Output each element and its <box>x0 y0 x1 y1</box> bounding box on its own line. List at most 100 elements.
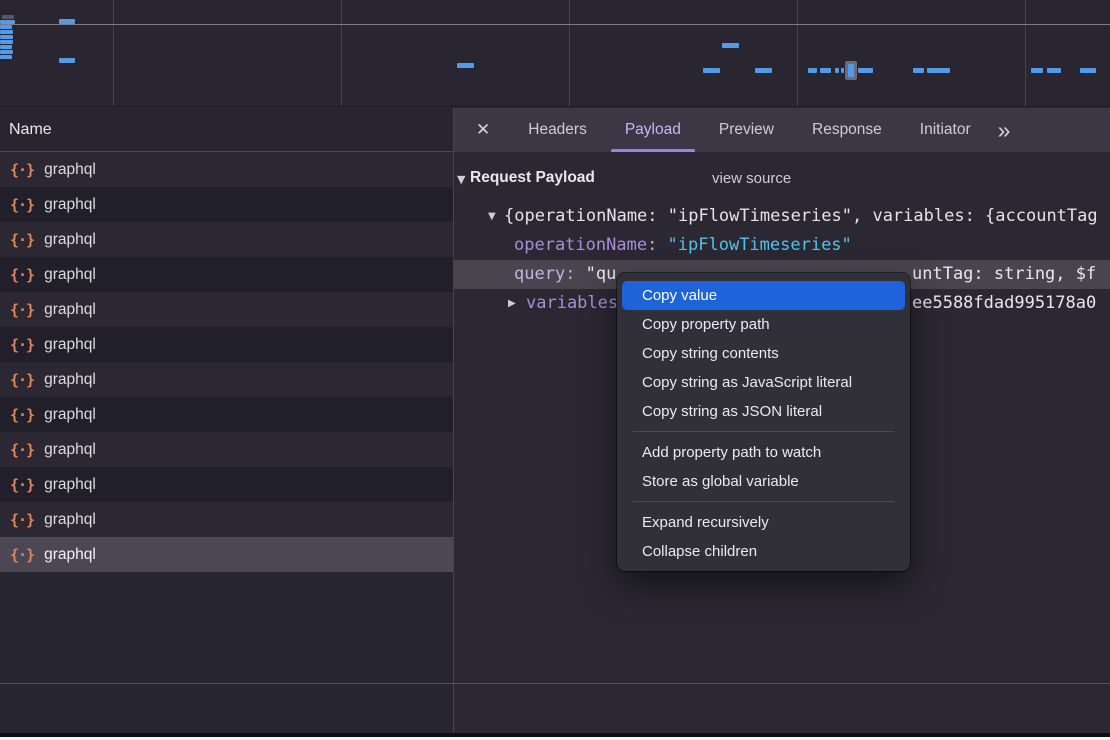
request-row[interactable]: {·} graphql <box>0 187 453 222</box>
close-icon[interactable]: ✕ <box>476 120 490 140</box>
overflow-tabs-icon[interactable]: » <box>998 119 1011 142</box>
devtools-network-panel: Name {·} graphql {·} graphql {·} graphql {·} gr… <box>0 0 1110 740</box>
waterfall-bar <box>0 30 13 34</box>
waterfall-bar <box>1047 68 1061 73</box>
waterfall-bar <box>913 68 924 73</box>
request-row[interactable]: {·}graphql <box>0 432 453 467</box>
json-request-icon: {·} <box>10 266 34 284</box>
json-request-icon: {·} <box>10 511 34 529</box>
tab-preview[interactable]: Preview <box>712 108 781 152</box>
waterfall-bar <box>755 68 772 73</box>
json-request-icon: {·} <box>10 546 34 564</box>
waterfall-bar <box>722 43 739 48</box>
json-request-icon: {·} <box>10 301 34 319</box>
menu-item-copy-string-as-javascript-literal[interactable]: Copy string as JavaScript literal <box>622 368 905 397</box>
section-title: Request Payload <box>470 169 595 187</box>
request-row[interactable]: {·} graphql <box>0 327 453 362</box>
column-header-name[interactable]: Name <box>0 108 453 152</box>
tab-headers[interactable]: Headers <box>521 108 594 152</box>
json-request-icon: {·} <box>10 371 34 389</box>
waterfall-bar <box>0 55 12 59</box>
request-name-label: graphql <box>44 266 96 284</box>
waterfall-bar <box>927 68 950 73</box>
request-row[interactable]: {·} graphql <box>0 257 453 292</box>
collapse-triangle-icon[interactable]: ▼ <box>488 202 496 231</box>
json-value-right: ee5588fdad995178a0 <box>912 289 1096 318</box>
request-row[interactable]: {·}graphql <box>0 502 453 537</box>
waterfall-bar <box>703 68 720 73</box>
waterfall-bar <box>0 40 13 44</box>
json-key: variables <box>526 289 618 318</box>
column-header-label: Name <box>9 121 52 139</box>
request-row[interactable]: {·} graphql <box>0 397 453 432</box>
menu-separator <box>633 501 894 502</box>
request-list-panel: Name {·} graphql {·} graphql {·} graphql {·} gr… <box>0 108 453 733</box>
json-request-icon: {·} <box>10 336 34 354</box>
request-name-label: graphql <box>44 441 96 459</box>
waterfall-bar <box>1031 68 1043 73</box>
menu-separator <box>633 431 894 432</box>
tab-payload[interactable]: Payload <box>618 108 688 152</box>
json-root-preview: {operationName: "ipFlowTimeseries", vari… <box>504 202 1098 231</box>
json-request-icon: {·} <box>10 196 34 214</box>
tab-response[interactable]: Response <box>805 108 889 152</box>
json-request-icon: {·} <box>10 161 34 179</box>
json-request-icon: {·} <box>10 476 34 494</box>
request-name-label: graphql <box>44 231 96 249</box>
request-row[interactable]: {·}graphql <box>0 467 453 502</box>
context-menu: Copy valueCopy property pathCopy string … <box>617 273 910 571</box>
request-name-label: graphql <box>44 406 96 424</box>
menu-item-copy-value[interactable]: Copy value <box>622 281 905 310</box>
view-source-link[interactable]: view source <box>712 170 791 187</box>
tab-initiator[interactable]: Initiator <box>913 108 978 152</box>
menu-item-store-as-global-variable[interactable]: Store as global variable <box>622 467 905 496</box>
waterfall-bar <box>808 68 817 73</box>
menu-item-copy-string-as-json-literal[interactable]: Copy string as JSON literal <box>622 397 905 426</box>
footer-divider-line <box>0 683 1110 684</box>
request-name-label: graphql <box>44 336 96 354</box>
waterfall-bar <box>0 50 13 54</box>
request-row[interactable]: {·} graphql <box>0 152 453 187</box>
json-string-value-right: untTag: string, $f <box>912 260 1096 289</box>
expand-triangle-icon[interactable]: ▶ <box>508 289 516 318</box>
waterfall-bar <box>59 19 75 24</box>
network-overview-timeline[interactable] <box>0 0 1110 107</box>
json-string-value-left: "qu <box>586 264 617 284</box>
collapse-triangle-icon[interactable]: ▼ <box>457 173 465 186</box>
request-row[interactable]: {·} graphql <box>0 537 453 572</box>
waterfall-bar <box>820 68 831 73</box>
waterfall-bar <box>1080 68 1096 73</box>
network-main-area: Name {·} graphql {·} graphql {·} graphql {·} gr… <box>0 108 1110 733</box>
request-row[interactable]: {·} graphql <box>0 222 453 257</box>
overview-selection-bar <box>848 64 854 77</box>
json-key: query <box>514 264 565 284</box>
waterfall-bar <box>59 58 75 63</box>
request-row[interactable]: {·}graphql <box>0 292 453 327</box>
json-key: operationName <box>514 235 647 255</box>
request-payload-section: ▼ Request Payload view source <box>454 166 1110 196</box>
waterfall-bar <box>841 68 844 73</box>
json-row-operation-name[interactable]: operationName: "ipFlowTimeseries" <box>454 231 1110 260</box>
json-request-icon: {·} <box>10 406 34 424</box>
request-name-label: graphql <box>44 196 96 214</box>
menu-item-copy-string-contents[interactable]: Copy string contents <box>622 339 905 368</box>
waterfall-bar <box>0 35 13 39</box>
menu-item-add-property-path-to-watch[interactable]: Add property path to watch <box>622 438 905 467</box>
menu-item-collapse-children[interactable]: Collapse children <box>622 537 905 566</box>
json-string-value: "ipFlowTimeseries" <box>668 235 852 255</box>
overview-selection-marker[interactable] <box>845 61 857 80</box>
menu-item-copy-property-path[interactable]: Copy property path <box>622 310 905 339</box>
waterfall-bar <box>0 45 12 49</box>
waterfall-bar <box>835 68 839 73</box>
menu-item-expand-recursively[interactable]: Expand recursively <box>622 508 905 537</box>
json-root-row[interactable]: ▼ {operationName: "ipFlowTimeseries", va… <box>454 202 1110 231</box>
detail-tab-bar: ✕ Headers Payload Preview Response Initiator… <box>454 108 1110 152</box>
request-name-label: graphql <box>44 371 96 389</box>
request-row[interactable]: {·} graphql <box>0 362 453 397</box>
waterfall-bar <box>2 15 14 19</box>
json-request-icon: {·} <box>10 231 34 249</box>
request-name-label: graphql <box>44 161 96 179</box>
waterfall-bar <box>0 25 12 29</box>
overview-horizontal-gridline <box>0 24 1110 25</box>
request-name-label: graphql <box>44 546 96 564</box>
